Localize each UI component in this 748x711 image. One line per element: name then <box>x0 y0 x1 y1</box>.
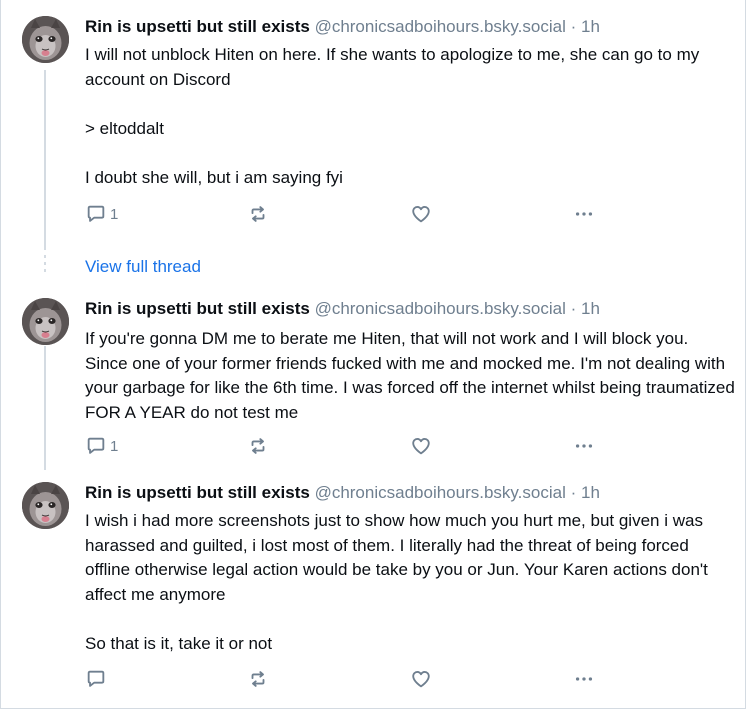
post-paragraph: I will not unblock Hiten on here. If she… <box>85 45 700 89</box>
like-button[interactable] <box>410 435 432 457</box>
repost-button[interactable] <box>247 668 269 690</box>
author-name[interactable]: Rin is upsetti but still exists <box>85 483 310 502</box>
like-button[interactable] <box>410 203 432 225</box>
heart-icon <box>410 435 432 457</box>
more-icon <box>573 203 595 225</box>
reply-count: 1 <box>110 437 119 455</box>
more-options-button[interactable] <box>573 668 595 690</box>
author-name[interactable]: Rin is upsetti but still exists <box>85 299 310 318</box>
thread-gap-dots <box>44 255 46 276</box>
reply-icon <box>85 435 107 457</box>
post-item[interactable]: Rin is upsetti but still exists @chronic… <box>1 16 745 236</box>
more-options-button[interactable] <box>573 203 595 225</box>
post-text: I wish i had more screenshots just to sh… <box>85 509 735 656</box>
reply-button[interactable] <box>85 668 110 690</box>
reply-count: 1 <box>110 205 119 223</box>
reply-button[interactable]: 1 <box>85 435 118 457</box>
separator-dot: · <box>570 483 577 502</box>
author-handle[interactable]: @chronicsadboihours.bsky.social <box>315 299 566 318</box>
post-timestamp[interactable]: 1h <box>581 299 600 318</box>
heart-icon <box>410 668 432 690</box>
author-handle[interactable]: @chronicsadboihours.bsky.social <box>315 17 566 36</box>
repost-icon <box>247 203 269 225</box>
post-item[interactable]: Rin is upsetti but still exists @chronic… <box>1 482 745 702</box>
repost-icon <box>247 435 269 457</box>
reply-icon <box>85 668 107 690</box>
post-paragraph: I doubt she will, but i am saying fyi <box>85 167 343 187</box>
post-paragraph: I wish i had more screenshots just to sh… <box>85 511 708 604</box>
thread-feed: Rin is upsetti but still exists @chronic… <box>0 0 746 709</box>
reply-icon <box>85 203 107 225</box>
separator-dot: · <box>570 299 577 318</box>
post-header: Rin is upsetti but still exists @chronic… <box>85 16 600 38</box>
post-timestamp[interactable]: 1h <box>581 483 600 502</box>
separator-dot: · <box>570 17 577 36</box>
avatar[interactable] <box>22 298 69 345</box>
post-header: Rin is upsetti but still exists @chronic… <box>85 482 600 504</box>
post-item[interactable]: Rin is upsetti but still exists @chronic… <box>1 298 745 468</box>
avatar[interactable] <box>22 482 69 529</box>
heart-icon <box>410 203 432 225</box>
like-button[interactable] <box>410 668 432 690</box>
repost-button[interactable] <box>247 203 269 225</box>
avatar[interactable] <box>22 16 69 63</box>
more-icon <box>573 435 595 457</box>
view-full-thread-link[interactable]: View full thread <box>85 256 201 278</box>
more-options-button[interactable] <box>573 435 595 457</box>
post-timestamp[interactable]: 1h <box>581 17 600 36</box>
post-paragraph: If you're gonna DM me to berate me Hiten… <box>85 329 735 422</box>
repost-button[interactable] <box>247 435 269 457</box>
post-text: I will not unblock Hiten on here. If she… <box>85 43 735 190</box>
post-header: Rin is upsetti but still exists @chronic… <box>85 298 600 320</box>
repost-icon <box>247 668 269 690</box>
post-text: If you're gonna DM me to berate me Hiten… <box>85 327 735 425</box>
more-icon <box>573 668 595 690</box>
author-name[interactable]: Rin is upsetti but still exists <box>85 17 310 36</box>
author-handle[interactable]: @chronicsadboihours.bsky.social <box>315 483 566 502</box>
post-paragraph: So that is it, take it or not <box>85 633 273 653</box>
reply-button[interactable]: 1 <box>85 203 118 225</box>
post-paragraph: > eltoddalt <box>85 118 164 138</box>
